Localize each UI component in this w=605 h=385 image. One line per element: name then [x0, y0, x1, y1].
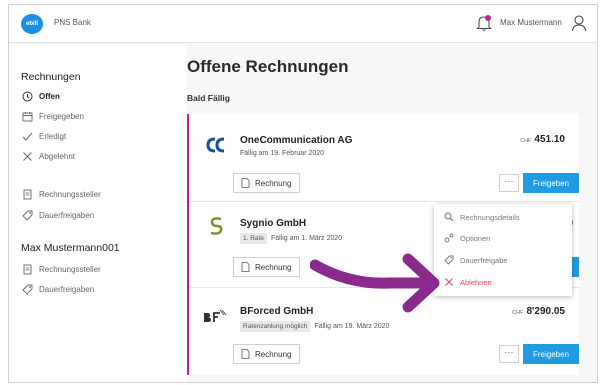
invoice-button[interactable]: Rechnung: [233, 257, 301, 277]
menu-item-label: Ablehnen: [460, 277, 492, 287]
clock-icon: [21, 90, 33, 102]
sidebar-item-label: Erledigt: [39, 131, 67, 141]
invoice-button-label: Rechnung: [255, 262, 292, 272]
check-icon: [21, 130, 33, 142]
sygnio-logo-icon: [203, 215, 229, 237]
sidebar-item-offen[interactable]: Offen: [21, 89, 60, 103]
invoice-button-label: Rechnung: [255, 349, 292, 359]
invoice-button-label: Rechnung: [255, 178, 292, 188]
calendar-icon: [21, 110, 33, 122]
tag-icon: [21, 283, 33, 295]
company-name: BForced GmbH: [240, 306, 314, 317]
sidebar-item-label: Rechnungssteller: [39, 189, 101, 199]
sidebar-item-rechnungssteller[interactable]: Rechnungssteller: [21, 187, 101, 201]
document-icon: [21, 188, 33, 200]
menu-item-label: Dauerfreigabe: [460, 255, 508, 265]
sidebar: Rechnungen Offen Freigegeben Erledigt Ab…: [9, 44, 187, 382]
tag-icon: [21, 209, 33, 221]
sidebar-item-dauerfreigaben[interactable]: Dauerfreigaben: [21, 208, 94, 222]
sidebar-item-label: Offen: [39, 91, 60, 101]
invoice-button[interactable]: Rechnung: [233, 173, 301, 193]
due-text: Fällig am 1. März 2020: [270, 235, 343, 242]
amount-value: 451.10: [534, 134, 565, 145]
company-name: Sygnio GmbH: [240, 218, 307, 229]
sidebar-item-erledigt[interactable]: Erledigt: [21, 129, 66, 143]
notification-bell-icon[interactable]: [476, 14, 492, 32]
due-text: Fällig am 19. Februar 2020: [240, 150, 325, 157]
sidebar-item-abgelehnt[interactable]: Abgelehnt: [21, 149, 75, 163]
sidebar-item-label: Dauerfreigaben: [39, 284, 95, 294]
more-options-button[interactable]: ···: [499, 345, 519, 363]
user-icon[interactable]: [571, 14, 587, 32]
document-icon: [241, 262, 250, 272]
invoice-amount: CHF 451.10: [520, 134, 565, 145]
sidebar-item-rechnungssteller-2[interactable]: Rechnungssteller: [21, 262, 101, 276]
document-icon: [241, 349, 250, 359]
sidebar-heading-account: Max Mustermann001: [21, 242, 120, 254]
due-date: Fällig am 19. Februar 2020: [240, 150, 324, 157]
menu-item-rechnungsdetails[interactable]: Rechnungsdetails: [444, 210, 520, 224]
top-bar: ebill PNS Bank Max Mustermann: [9, 5, 597, 43]
menu-item-label: Optionen: [460, 233, 491, 243]
bforced-logo-icon: [201, 306, 227, 328]
approve-button[interactable]: Freigeben: [523, 344, 579, 364]
section-label: Bald Fällig: [187, 93, 230, 103]
annotation-arrow-icon: [310, 253, 440, 313]
bank-name: PNS Bank: [54, 18, 91, 27]
ebill-logo[interactable]: ebill: [21, 14, 43, 34]
page-title: Offene Rechnungen: [187, 57, 349, 76]
search-icon: [444, 212, 454, 222]
due-date: 1. Rate Fällig am 1. März 2020: [240, 233, 342, 244]
more-options-button[interactable]: ···: [499, 174, 519, 192]
divider: [189, 201, 579, 202]
menu-item-label: Rechnungsdetails: [460, 212, 520, 222]
options-icon: [444, 233, 454, 243]
sidebar-heading-rechnungen: Rechnungen: [21, 71, 81, 83]
document-icon: [241, 178, 250, 188]
invoice-button[interactable]: Rechnung: [233, 344, 301, 364]
sidebar-item-label: Rechnungssteller: [39, 264, 101, 274]
x-icon: [21, 150, 33, 162]
sidebar-item-dauerfreigaben-2[interactable]: Dauerfreigaben: [21, 282, 94, 296]
approve-button[interactable]: Freigeben: [523, 173, 579, 193]
amount-value: 8'290.05: [526, 306, 565, 317]
currency-label: CHF: [512, 310, 524, 316]
installment-badge: Ratenzahlung möglich: [240, 321, 311, 332]
menu-item-optionen[interactable]: Optionen: [444, 231, 490, 245]
sidebar-item-freigegeben[interactable]: Freigegeben: [21, 109, 84, 123]
sidebar-item-label: Freigegeben: [39, 111, 84, 121]
user-name[interactable]: Max Mustermann: [500, 18, 562, 27]
approve-button-partial[interactable]: [571, 257, 579, 277]
installment-badge: 1. Rate: [240, 233, 267, 244]
onecommunication-logo-icon: [203, 134, 229, 156]
company-name: OneCommunication AG: [240, 135, 353, 146]
invoice-amount: CHF 8'290.05: [512, 306, 565, 317]
sidebar-item-label: Abgelehnt: [39, 151, 76, 161]
document-icon: [21, 263, 33, 275]
currency-label: CHF: [520, 138, 532, 144]
sidebar-item-label: Dauerfreigaben: [39, 210, 95, 220]
